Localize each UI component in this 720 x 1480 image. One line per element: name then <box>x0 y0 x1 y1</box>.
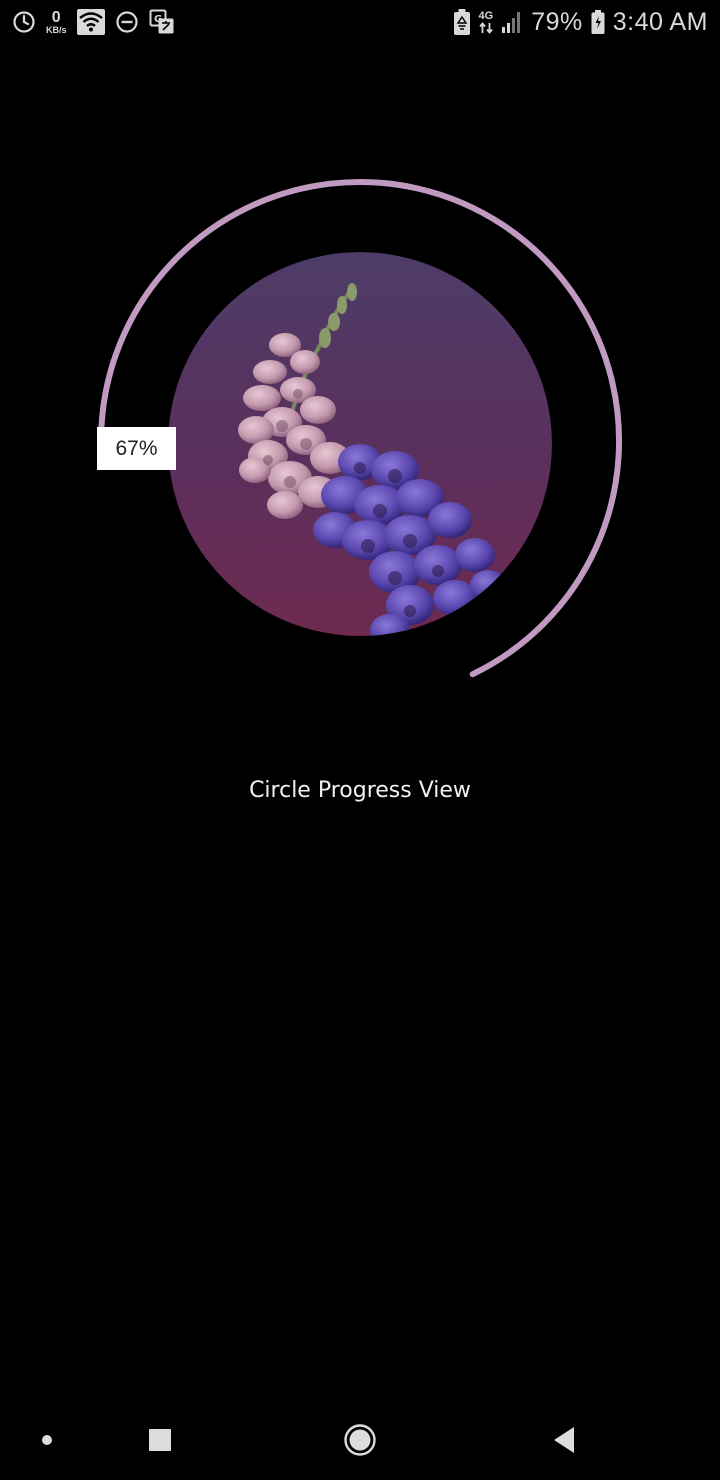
circle-progress-view: 67% <box>0 0 720 720</box>
progress-graphic <box>98 179 623 678</box>
home-button[interactable] <box>336 1416 384 1464</box>
dot-button[interactable] <box>27 1420 67 1460</box>
progress-percent-label: 67% <box>97 427 176 470</box>
home-icon <box>344 1424 376 1456</box>
recents-button[interactable] <box>136 1416 184 1464</box>
back-icon <box>554 1427 574 1453</box>
caption-text: Circle Progress View <box>249 778 471 803</box>
album-art-image <box>168 252 552 636</box>
back-button[interactable] <box>540 1416 588 1464</box>
navigation-bar <box>0 1400 720 1480</box>
dot-icon <box>42 1435 52 1445</box>
recents-icon <box>149 1429 171 1451</box>
